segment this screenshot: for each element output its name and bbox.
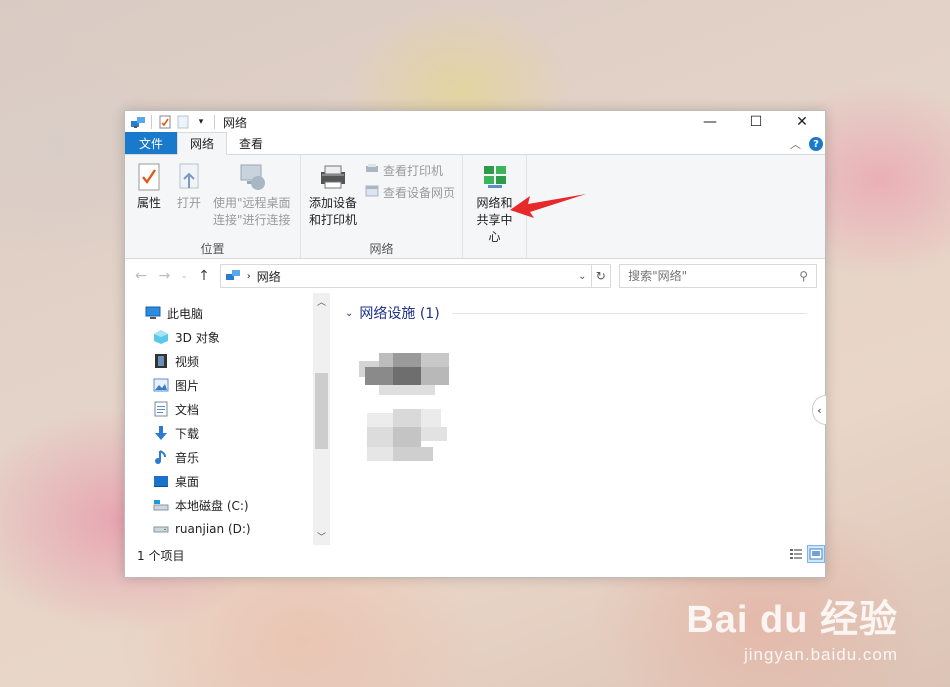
window-title: 网络: [223, 115, 248, 130]
quick-access-toolbar: ▾: [125, 111, 219, 133]
scrollbar-thumb[interactable]: [315, 373, 328, 449]
content-pane: ⌄ 网络设施 (1) ‹: [331, 293, 826, 545]
music-icon: [153, 449, 169, 465]
3d-objects-icon: [153, 329, 169, 345]
tree-item-this-pc[interactable]: 此电脑: [125, 301, 330, 325]
documents-icon: [153, 401, 169, 417]
group-label-network: 网络: [369, 242, 394, 256]
tab-network[interactable]: 网络: [177, 132, 228, 155]
collapse-pane-button[interactable]: ‹: [812, 395, 826, 425]
close-button[interactable]: ✕: [779, 111, 825, 133]
red-arrow-annotation: [510, 194, 586, 218]
group-label-location: 位置: [200, 242, 225, 256]
view-printers-button[interactable]: 查看打印机: [365, 161, 455, 179]
scroll-down-icon[interactable]: ﹀: [313, 528, 330, 545]
drive-icon: [153, 521, 169, 537]
back-icon[interactable]: ←: [133, 268, 149, 284]
this-pc-icon: [145, 305, 161, 321]
baidu-watermark: Bai du 经验 jingyan.baidu.com: [686, 601, 898, 665]
add-devices-printers-button[interactable]: 添加设备 和打印机: [305, 161, 361, 240]
properties-icon[interactable]: [156, 113, 174, 131]
ribbon-group-network: 添加设备 和打印机 查看打印机 查看设备网页 网络: [301, 155, 463, 258]
new-folder-icon[interactable]: [174, 113, 192, 131]
maximize-button[interactable]: ☐: [733, 111, 779, 133]
network-icon: [129, 113, 147, 131]
view-printers-icon: [365, 163, 379, 178]
network-icon: [225, 268, 241, 285]
navigation-scrollbar[interactable]: ︿ ﹀: [313, 293, 330, 545]
device-webpage-icon: [365, 185, 379, 200]
group-header-network-infrastructure[interactable]: ⌄ 网络设施 (1): [345, 303, 825, 323]
navigation-pane: 此电脑 3D 对象 视频 图片 文档 下载 音乐 桌面 本地磁盘 (C:) ru…: [125, 293, 331, 545]
open-button[interactable]: 打开: [169, 161, 209, 240]
breadcrumb-chevron-icon[interactable]: ›: [247, 271, 251, 282]
item-count: 1 个项目: [137, 548, 185, 563]
video-icon: [153, 353, 169, 369]
refresh-icon: ↻: [595, 269, 606, 283]
tree-item-drive-d[interactable]: ruanjian (D:): [125, 517, 330, 541]
address-bar[interactable]: › 网络 ⌄: [219, 264, 592, 288]
scroll-up-icon[interactable]: ︿: [313, 293, 330, 310]
main-area: 此电脑 3D 对象 视频 图片 文档 下载 音乐 桌面 本地磁盘 (C:) ru…: [125, 293, 826, 545]
network-sharing-center-icon: [479, 161, 511, 193]
chevron-down-icon[interactable]: ⌄: [345, 308, 353, 319]
ribbon-group-location: 属性 打开 使用"远程桌面 连接"进行连接 位置: [125, 155, 301, 258]
local-disk-icon: [153, 497, 169, 513]
search-box[interactable]: ⚲: [619, 264, 817, 288]
printer-icon: [317, 161, 349, 193]
tree-item-desktop[interactable]: 桌面: [125, 469, 330, 493]
download-icon: [153, 425, 169, 441]
ribbon: 属性 打开 使用"远程桌面 连接"进行连接 位置 添加设备 和打印机 查看打印机…: [125, 155, 825, 259]
tree-item-music[interactable]: 音乐: [125, 445, 330, 469]
network-device-item[interactable]: [359, 353, 449, 469]
tree-item-pictures[interactable]: 图片: [125, 373, 330, 397]
open-icon: [173, 161, 205, 193]
tab-file[interactable]: 文件: [125, 132, 178, 154]
tab-view[interactable]: 查看: [227, 132, 275, 154]
group-title: 网络设施 (1): [359, 306, 440, 322]
minimize-button[interactable]: —: [687, 111, 733, 133]
desktop-icon: [153, 473, 169, 489]
help-icon[interactable]: ?: [809, 137, 823, 151]
forward-icon[interactable]: →: [157, 268, 173, 284]
chevron-left-icon: ‹: [817, 403, 822, 417]
tree-item-downloads[interactable]: 下载: [125, 421, 330, 445]
tree-item-3d-objects[interactable]: 3D 对象: [125, 325, 330, 349]
recent-locations-icon[interactable]: ⌄: [180, 271, 188, 281]
details-view-icon: [790, 549, 802, 559]
breadcrumb[interactable]: 网络: [257, 268, 572, 285]
baidu-logo: Bai du 经验: [686, 599, 898, 641]
large-icons-view-button[interactable]: [807, 545, 825, 563]
up-icon[interactable]: ↑: [196, 268, 212, 284]
search-input[interactable]: [628, 269, 800, 283]
group-divider: [451, 312, 807, 314]
large-icons-view-icon: [809, 548, 823, 560]
view-device-webpage-button[interactable]: 查看设备网页: [365, 183, 455, 201]
properties-button[interactable]: 属性: [129, 161, 169, 240]
properties-big-icon: [133, 161, 165, 193]
collapse-ribbon-icon[interactable]: ︿: [790, 136, 801, 152]
address-row: ← → ⌄ ↑ › 网络 ⌄ ↻ ⚲: [125, 259, 825, 293]
refresh-button[interactable]: ↻: [591, 264, 612, 288]
search-icon: ⚲: [799, 269, 808, 283]
tree-item-documents[interactable]: 文档: [125, 397, 330, 421]
details-view-button[interactable]: [787, 545, 805, 563]
remote-desktop-button[interactable]: 使用"远程桌面 连接"进行连接: [209, 161, 295, 240]
tree-item-local-disk-c[interactable]: 本地磁盘 (C:): [125, 493, 330, 517]
status-bar: 1 个项目: [125, 545, 825, 565]
tree-item-video[interactable]: 视频: [125, 349, 330, 373]
ribbon-tabs: 文件 网络 查看 ︿ ?: [125, 132, 825, 155]
qat-dropdown-icon[interactable]: ▾: [192, 113, 210, 131]
address-dropdown-icon[interactable]: ⌄: [578, 271, 586, 282]
explorer-window: ▾ 网络 — ☐ ✕ 文件 网络 查看 ︿ ? 属性 打开 使用"远程桌面 连接…: [124, 110, 826, 578]
pictures-icon: [153, 377, 169, 393]
remote-desktop-icon: [236, 161, 268, 193]
navigation-tree: 此电脑 3D 对象 视频 图片 文档 下载 音乐 桌面 本地磁盘 (C:) ru…: [125, 293, 330, 541]
watermark-url: jingyan.baidu.com: [743, 645, 898, 664]
title-bar: ▾ 网络 — ☐ ✕: [125, 111, 825, 133]
